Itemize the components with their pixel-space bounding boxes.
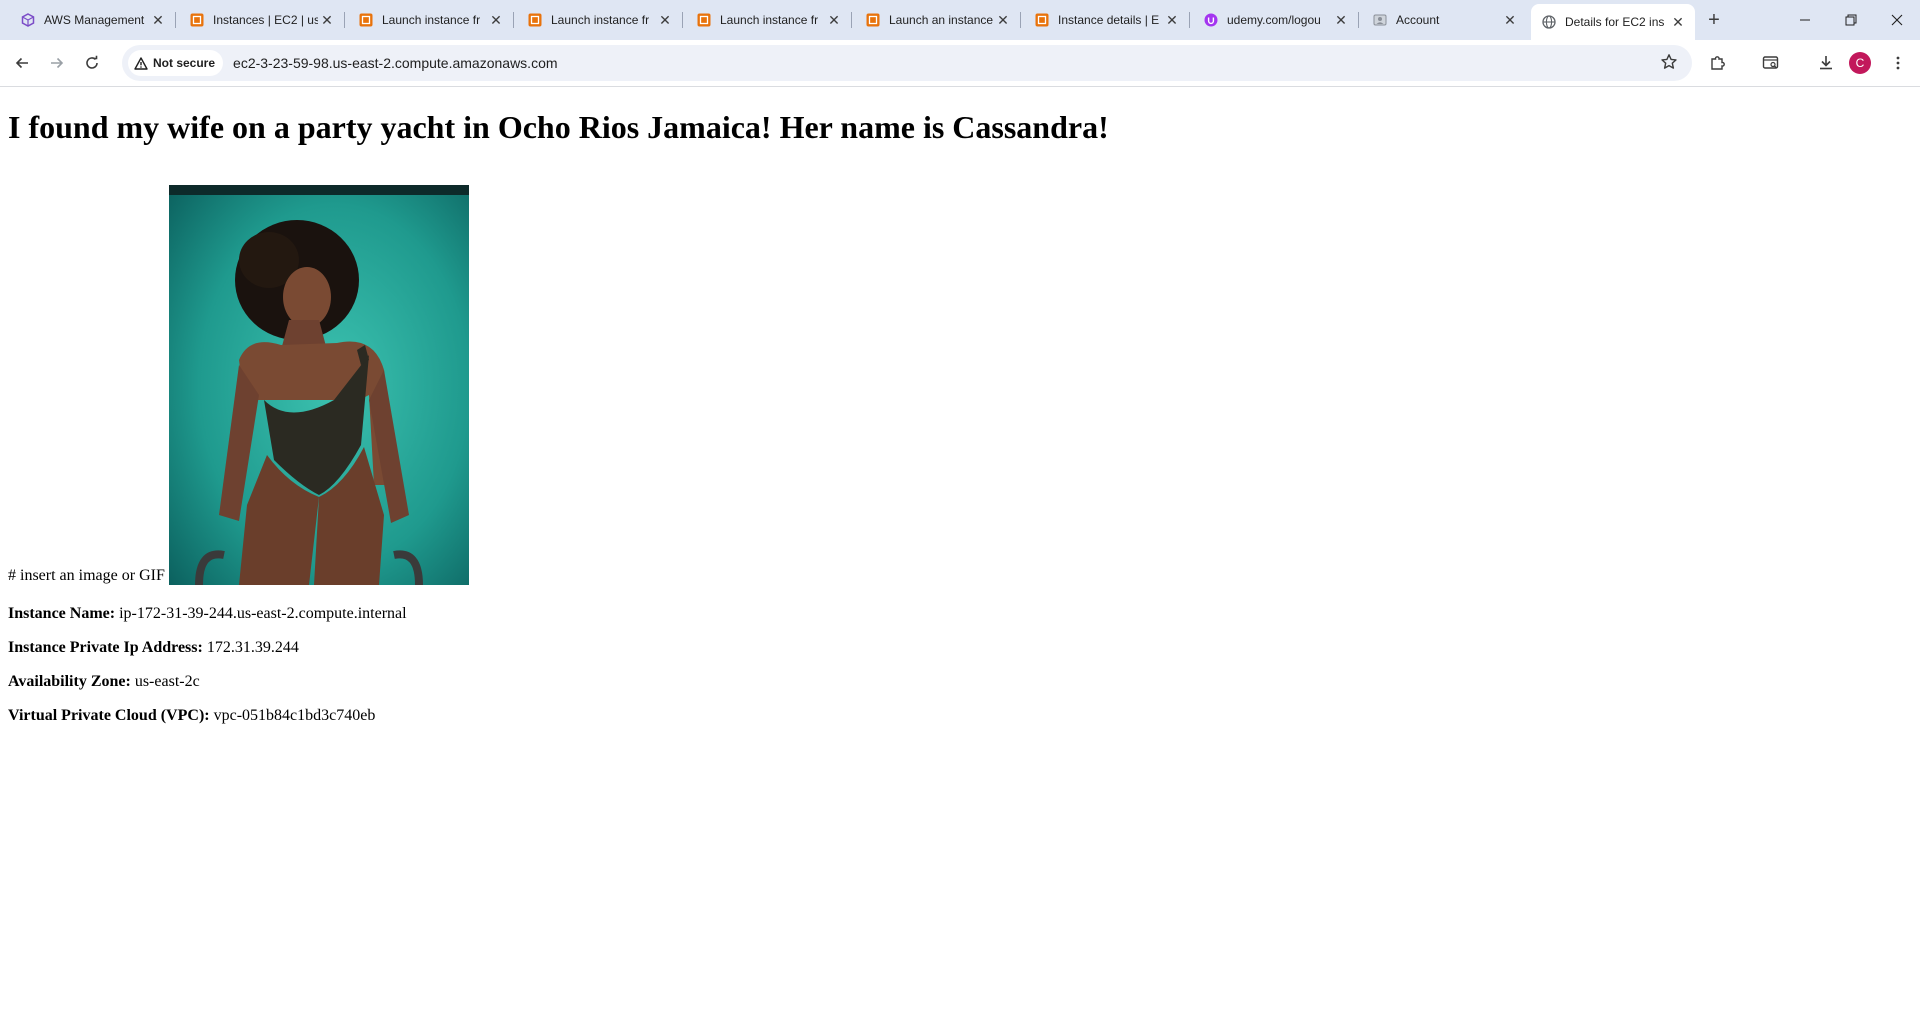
tab-launch-an-instance[interactable]: Launch an instance ✕	[855, 6, 1021, 34]
aws-cube-icon	[20, 12, 36, 28]
close-icon[interactable]: ✕	[825, 11, 843, 29]
udemy-icon	[1203, 12, 1219, 28]
tab-separator	[344, 12, 345, 28]
close-icon[interactable]: ✕	[487, 11, 505, 29]
tab-aws-management[interactable]: AWS Management ✕	[10, 6, 176, 34]
page-headline: I found my wife on a party yacht in Ocho…	[8, 109, 1109, 145]
address-bar[interactable]: Not secure ec2-3-23-59-98.us-east-2.comp…	[122, 45, 1692, 81]
arrow-left-icon	[15, 57, 28, 69]
close-window-button[interactable]	[1874, 4, 1920, 36]
reload-button[interactable]	[78, 49, 106, 77]
photo-woman-in-pool	[169, 185, 469, 585]
image-caption: # insert an image or GIF	[8, 567, 165, 584]
tab-title: Launch an instance	[889, 13, 994, 27]
tab-separator	[682, 12, 683, 28]
reload-icon	[86, 55, 98, 69]
globe-icon	[1541, 14, 1557, 30]
tab-title: udemy.com/logou	[1227, 13, 1321, 27]
tab-separator	[1358, 12, 1359, 28]
detail-label: Availability Zone:	[8, 673, 131, 690]
tab-title: AWS Management	[44, 13, 145, 27]
ec2-icon	[696, 12, 712, 28]
detail-value: us-east-2c	[134, 673, 200, 690]
tab-title: Launch instance fr	[382, 13, 481, 27]
forward-button[interactable]	[43, 49, 71, 77]
tab-launch-instance-2[interactable]: Launch instance fr ✕	[517, 6, 683, 34]
ec2-icon	[1034, 12, 1050, 28]
instance-name-row: Instance Name: ip-172-31-39-244.us-east-…	[8, 605, 407, 623]
browser-toolbar: Not secure ec2-3-23-59-98.us-east-2.comp…	[0, 40, 1920, 87]
tab-title: Launch instance fr	[551, 13, 650, 27]
close-icon[interactable]: ✕	[149, 11, 167, 29]
tab-separator	[1189, 12, 1190, 28]
vpc-row: Virtual Private Cloud (VPC): vpc-051b84c…	[8, 707, 375, 725]
puzzle-icon	[1711, 56, 1725, 70]
tab-search-button[interactable]	[1757, 49, 1785, 77]
tab-title: Launch instance fr	[720, 13, 819, 27]
restore-icon	[1845, 14, 1857, 26]
tab-title: Account	[1396, 13, 1440, 27]
ec2-icon	[358, 12, 374, 28]
security-chip[interactable]: Not secure	[128, 50, 224, 76]
downloads-button[interactable]	[1812, 49, 1840, 77]
page-content: I found my wife on a party yacht in Ocho…	[0, 87, 1920, 1032]
close-icon[interactable]: ✕	[1501, 11, 1519, 29]
detail-label: Virtual Private Cloud (VPC):	[8, 707, 210, 724]
new-tab-button[interactable]: +	[1702, 9, 1726, 33]
minimize-icon	[1800, 19, 1810, 21]
tab-strip: AWS Management ✕ Instances | EC2 | us ✕ …	[0, 0, 1920, 40]
back-button[interactable]	[8, 49, 36, 77]
close-icon[interactable]: ✕	[1163, 11, 1181, 29]
kebab-menu-icon	[1896, 56, 1900, 70]
arrow-right-icon	[51, 57, 64, 69]
detail-label: Instance Private Ip Address:	[8, 639, 203, 656]
tab-instance-details[interactable]: Instance details | E ✕	[1024, 6, 1190, 34]
minimize-button[interactable]	[1782, 4, 1828, 36]
tab-udemy-logout[interactable]: udemy.com/logou ✕	[1193, 6, 1359, 34]
tab-search-icon	[1762, 56, 1779, 69]
tab-title: Instances | EC2 | us	[213, 13, 318, 27]
url-text[interactable]: ec2-3-23-59-98.us-east-2.compute.amazona…	[233, 55, 558, 71]
detail-value: 172.31.39.244	[206, 639, 299, 656]
availability-zone-row: Availability Zone: us-east-2c	[8, 673, 200, 691]
ec2-icon	[865, 12, 881, 28]
tab-launch-instance-3[interactable]: Launch instance fr ✕	[686, 6, 852, 34]
warning-triangle-icon	[134, 56, 148, 70]
detail-label: Instance Name:	[8, 605, 116, 622]
private-ip-row: Instance Private Ip Address: 172.31.39.2…	[8, 639, 299, 657]
restore-button[interactable]	[1828, 4, 1874, 36]
browser-menu-button[interactable]	[1884, 49, 1912, 77]
close-icon	[1891, 14, 1903, 26]
extensions-button[interactable]	[1704, 49, 1732, 77]
close-icon[interactable]: ✕	[656, 11, 674, 29]
profile-avatar[interactable]: C	[1849, 52, 1871, 74]
tab-separator	[175, 12, 176, 28]
close-icon[interactable]: ✕	[318, 11, 336, 29]
tab-instances-ec2[interactable]: Instances | EC2 | us ✕	[179, 6, 345, 34]
detail-value: vpc-051b84c1bd3c740eb	[213, 707, 376, 724]
ec2-icon	[189, 12, 205, 28]
tab-details-ec2-active[interactable]: Details for EC2 ins ✕	[1531, 4, 1695, 40]
tab-title: Instance details | E	[1058, 13, 1160, 27]
close-icon[interactable]: ✕	[1669, 13, 1687, 31]
detail-value: ip-172-31-39-244.us-east-2.compute.inter…	[119, 605, 407, 622]
security-label: Not secure	[153, 56, 216, 70]
close-icon[interactable]: ✕	[1332, 11, 1350, 29]
close-icon[interactable]: ✕	[994, 11, 1012, 29]
account-icon	[1372, 12, 1388, 28]
ec2-icon	[527, 12, 543, 28]
download-icon	[1820, 56, 1832, 70]
tab-separator	[1020, 12, 1021, 28]
tab-launch-instance-1[interactable]: Launch instance fr ✕	[348, 6, 514, 34]
tab-account[interactable]: Account ✕	[1362, 6, 1527, 34]
tab-separator	[513, 12, 514, 28]
tab-separator	[851, 12, 852, 28]
bookmark-star-icon[interactable]	[1660, 53, 1678, 76]
tab-title: Details for EC2 ins	[1565, 15, 1665, 29]
